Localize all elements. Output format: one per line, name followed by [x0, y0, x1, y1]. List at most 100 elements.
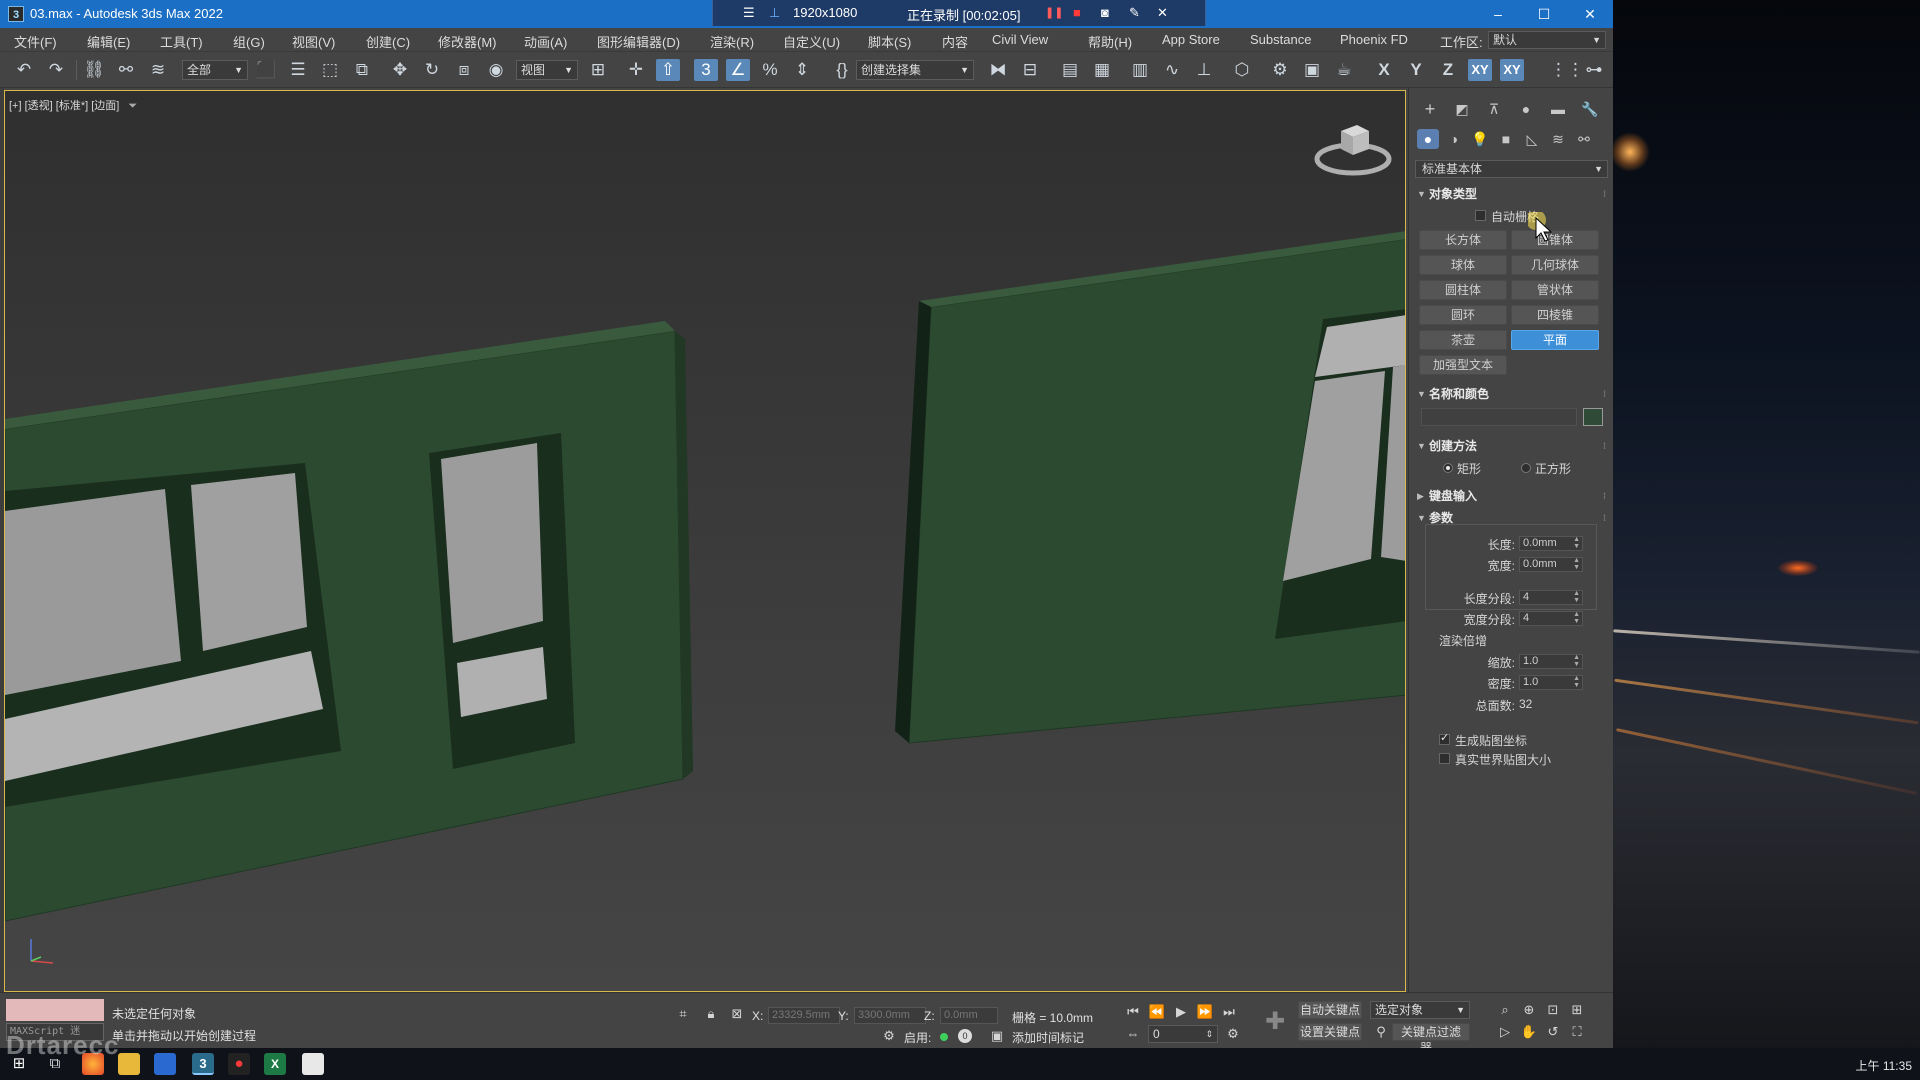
select-object-icon[interactable]: ⬛ [254, 59, 278, 81]
lights-icon[interactable]: 💡 [1469, 129, 1491, 149]
rollout-creation-method[interactable]: ▼ 创建方法 ⁞ [1413, 436, 1610, 456]
pivot-center-icon[interactable]: ⊞ [586, 59, 610, 81]
shapes-icon[interactable]: ◑ [1443, 129, 1465, 149]
motion-panel-icon[interactable]: ● [1515, 99, 1537, 119]
menu-substance[interactable]: Substance [1250, 32, 1311, 47]
utilities-panel-icon[interactable]: 🔧 [1579, 99, 1601, 119]
layer-explorer-icon[interactable]: ▦ [1090, 59, 1114, 81]
x-coordinate-field[interactable]: 23329.5mm [768, 1007, 840, 1024]
object-name-input[interactable] [1421, 408, 1577, 426]
next-frame-icon[interactable]: ⏩ [1194, 1003, 1216, 1021]
close-button[interactable]: ✕ [1567, 0, 1613, 28]
reference-coord-select[interactable]: 视图 ▼ [516, 60, 578, 80]
zoom-all-icon[interactable]: ⊕ [1518, 1001, 1540, 1019]
plane-button[interactable]: 平面 [1511, 330, 1599, 350]
axis-xy-button[interactable]: XY [1468, 59, 1492, 81]
gen-mapping-coords-checkbox[interactable] [1439, 731, 1450, 745]
axis-z-button[interactable]: Z [1436, 59, 1460, 81]
set-key-big-icon[interactable]: ✚ [1258, 1005, 1292, 1039]
spinner-arrows-icon[interactable]: ▲ ▼ [1573, 611, 1580, 625]
hierarchy-panel-icon[interactable]: ⊼ [1483, 99, 1505, 119]
recorder-taskbar-icon[interactable]: ● [228, 1053, 250, 1075]
edit-named-selection-icon[interactable]: {} [830, 59, 854, 81]
menu-create[interactable]: 创建(C) [366, 32, 410, 51]
select-manipulate-icon[interactable]: ✛ [624, 59, 648, 81]
snaps-toggle-icon[interactable]: 3 [694, 59, 718, 81]
modify-panel-icon[interactable]: ◩ [1451, 99, 1473, 119]
y-coordinate-field[interactable]: 3300.0mm [854, 1007, 926, 1024]
material-editor-icon[interactable]: ⬡ [1230, 59, 1254, 81]
rollout-name-color[interactable]: ▼ 名称和颜色 ⁞ [1413, 384, 1610, 404]
place-icon[interactable]: ◉ [484, 59, 508, 81]
pyramid-button[interactable]: 四棱锥 [1511, 305, 1599, 325]
torus-button[interactable]: 圆环 [1419, 305, 1507, 325]
recorder-pin-icon[interactable]: ⊥ [769, 5, 780, 21]
percent-snap-icon[interactable]: % [758, 59, 782, 81]
axis-xy-cycle-button[interactable]: XY [1500, 59, 1524, 81]
screen-recorder-app-icon[interactable] [154, 1053, 176, 1075]
undo-icon[interactable]: ↶ [12, 59, 36, 81]
adaptive-degradation-icon[interactable]: ⚙ [878, 1027, 900, 1045]
isolate-selection-icon[interactable]: ⌗ [672, 1005, 694, 1023]
spinner-arrows-icon[interactable]: ▲ ▼ [1573, 675, 1580, 689]
menu-views[interactable]: 视图(V) [292, 32, 335, 51]
space-warps-icon[interactable]: ≋ [1547, 129, 1569, 149]
recorder-menu-icon[interactable]: ☰ [743, 5, 755, 21]
link-icon[interactable]: ⛓ [82, 59, 106, 81]
create-panel-icon[interactable]: + [1419, 99, 1441, 119]
menu-app-store[interactable]: App Store [1162, 32, 1220, 47]
viewport-realtime-icon[interactable]: 0 [958, 1029, 972, 1043]
menu-graph-editors[interactable]: 图形编辑器(D) [597, 32, 680, 51]
maximize-viewport-icon[interactable]: ⛶ [1566, 1023, 1588, 1041]
maximize-button[interactable]: ☐ [1521, 0, 1567, 28]
scale-spinner[interactable]: 1.0 ▲ ▼ [1519, 654, 1583, 669]
zoom-extents-all-icon[interactable]: ⊞ [1566, 1001, 1588, 1019]
spinner-snap-icon[interactable]: ⇕ [790, 59, 814, 81]
time-tag-icon[interactable]: ▣ [986, 1027, 1008, 1045]
rollout-keyboard-entry[interactable]: ▶ 键盘输入 ⁞ [1413, 486, 1610, 506]
named-selection-set-select[interactable]: 创建选择集 ▼ [856, 60, 974, 80]
bind-space-warp-icon[interactable]: ≋ [146, 59, 170, 81]
spinner-arrows-icon[interactable]: ⇕ [1205, 1026, 1213, 1042]
menu-edit[interactable]: 编辑(E) [87, 32, 130, 51]
menu-rendering[interactable]: 渲染(R) [710, 32, 754, 51]
key-filter-icon[interactable]: ⚲ [1370, 1023, 1392, 1041]
angle-snap-icon[interactable]: ∠ [726, 59, 750, 81]
text-plus-button[interactable]: 加强型文本 [1419, 355, 1507, 375]
set-key-button[interactable]: 设置关键点 [1298, 1023, 1362, 1041]
maxscript-output[interactable] [6, 999, 104, 1021]
schematic-view-icon[interactable]: ⊥ [1192, 59, 1216, 81]
go-to-start-icon[interactable]: ⏮ [1122, 1003, 1144, 1021]
axis-y-button[interactable]: Y [1404, 59, 1428, 81]
ribbon-toggle-icon[interactable]: ▥ [1128, 59, 1152, 81]
mirror-icon[interactable]: ⧓ [986, 59, 1010, 81]
file-explorer-icon[interactable] [118, 1053, 140, 1075]
key-filters-button[interactable]: 关键点过滤器... [1392, 1023, 1470, 1048]
menu-customize[interactable]: 自定义(U) [783, 32, 840, 51]
creation-rectangle-radio[interactable] [1443, 463, 1453, 473]
menu-civil-view[interactable]: Civil View [992, 32, 1048, 47]
move-icon[interactable]: ✥ [388, 59, 412, 81]
go-to-end-icon[interactable]: ⏭ [1218, 1003, 1240, 1021]
scene-explorer-icon[interactable]: ▤ [1058, 59, 1082, 81]
previous-frame-icon[interactable]: ⏪ [1146, 1003, 1168, 1021]
time-configuration-icon[interactable]: ⚙ [1222, 1025, 1244, 1043]
perspective-viewport[interactable]: [+] [透视] [标准*] [边面] ⏷ [4, 90, 1406, 992]
z-coordinate-field[interactable]: 0.0mm [940, 1007, 998, 1024]
auto-key-button[interactable]: 自动关键点 [1298, 1001, 1362, 1019]
pan-icon[interactable]: ✋ [1518, 1023, 1540, 1041]
geosphere-button[interactable]: 几何球体 [1511, 255, 1599, 275]
tube-button[interactable]: 管状体 [1511, 280, 1599, 300]
real-world-map-size-checkbox[interactable] [1439, 753, 1450, 764]
rect-selection-icon[interactable]: ⬚ [318, 59, 342, 81]
minimize-button[interactable]: – [1475, 0, 1521, 28]
menu-content[interactable]: 内容 [942, 32, 968, 51]
menu-phoenix-fd[interactable]: Phoenix FD [1340, 32, 1408, 47]
teapot-button[interactable]: 茶壶 [1419, 330, 1507, 350]
rendered-frame-icon[interactable]: ▣ [1300, 59, 1324, 81]
excel-icon[interactable]: X [264, 1053, 286, 1075]
stop-icon[interactable]: ■ [1073, 5, 1081, 20]
helpers-icon[interactable]: ◺ [1521, 129, 1543, 149]
cameras-icon[interactable]: ■ [1495, 129, 1517, 149]
render-production-icon[interactable]: ☕ [1332, 59, 1356, 81]
